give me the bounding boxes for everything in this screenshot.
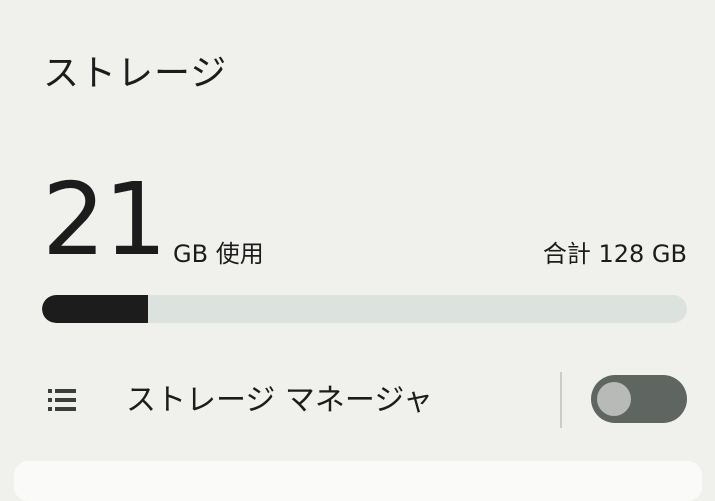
divider [560,372,562,428]
page-title: ストレージ [43,53,228,94]
storage-manager-toggle[interactable] [591,375,687,423]
storage-list-icon [48,389,76,411]
next-card [14,461,702,501]
storage-manager-row[interactable]: ストレージ マネージャ [0,362,715,438]
storage-usage-bar [42,295,687,323]
storage-manager-label: ストレージ マネージャ [126,383,433,418]
storage-used-label: GB 使用 [173,240,264,268]
storage-usage-bar-fill [42,295,148,323]
storage-total-label: 合計 128 GB [542,240,687,268]
storage-used-value: 21 [42,161,167,278]
toggle-knob [597,382,631,416]
